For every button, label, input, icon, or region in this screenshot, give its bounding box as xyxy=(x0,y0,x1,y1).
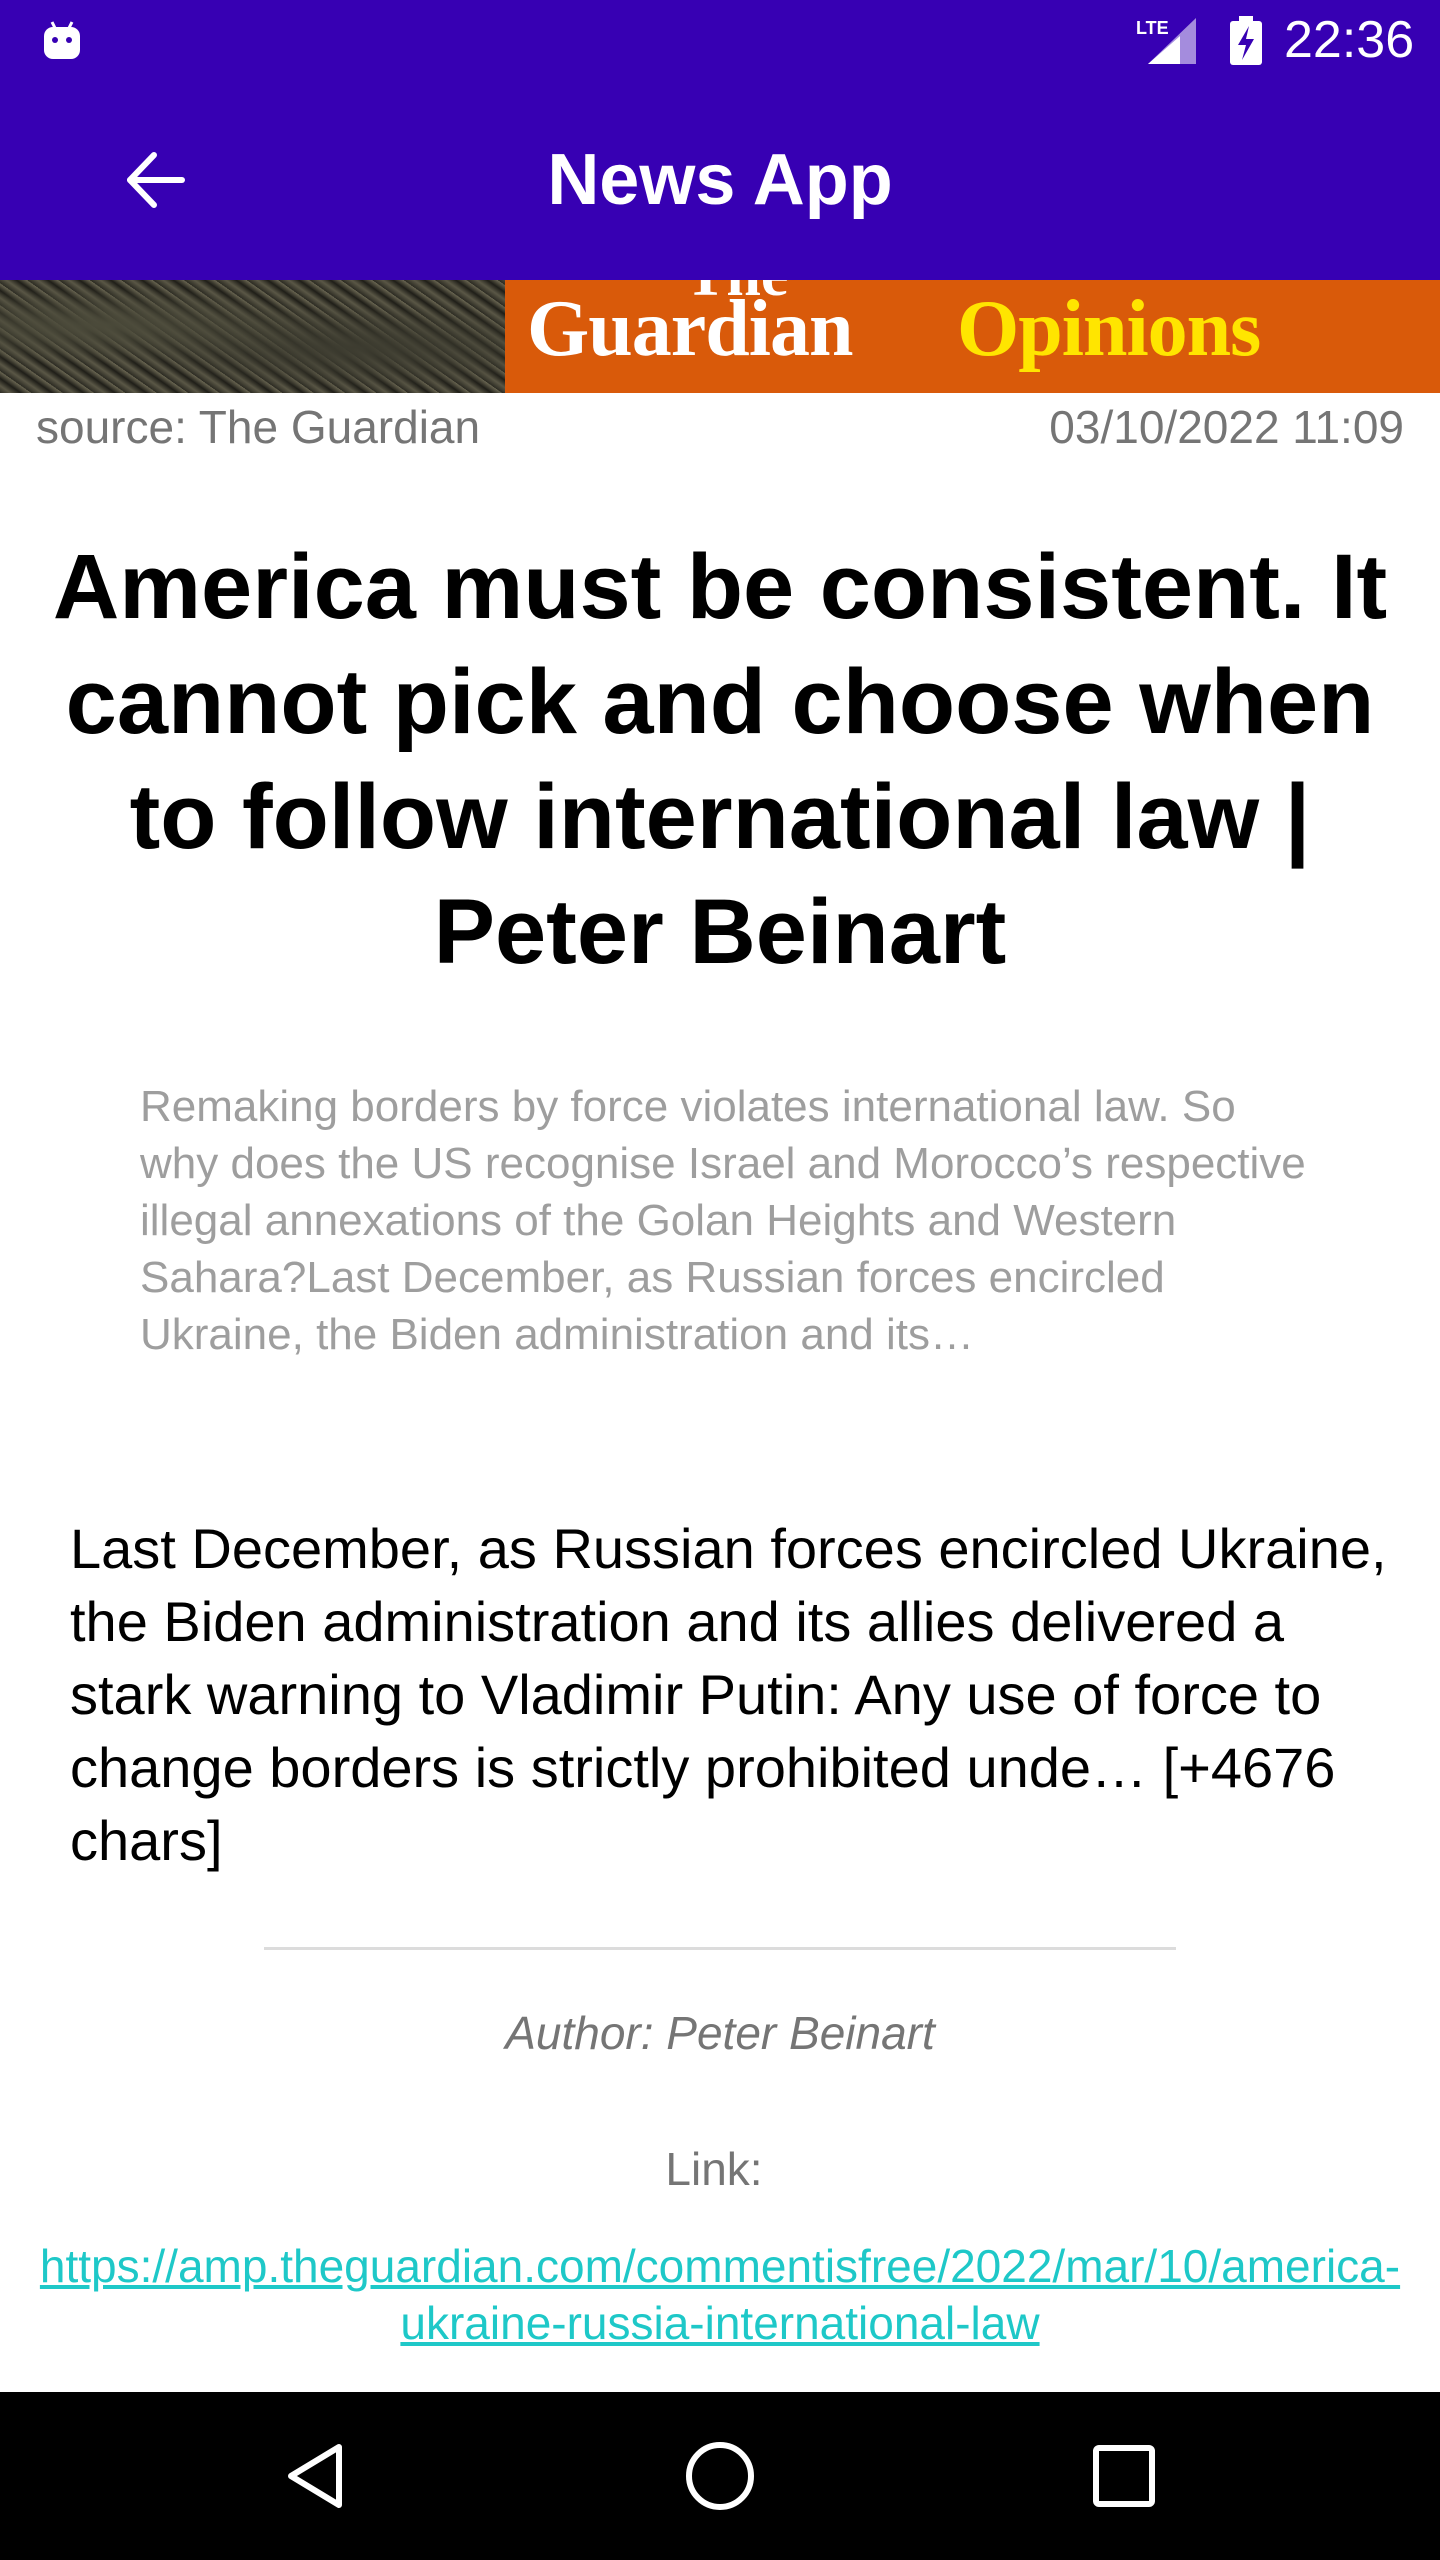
article-content: Last December, as Russian forces encircl… xyxy=(70,1517,1387,1872)
logo-opinions: Opinions xyxy=(957,285,1261,373)
arrow-back-icon xyxy=(127,152,185,208)
article-description: Remaking borders by force violates inter… xyxy=(140,1082,1306,1359)
guardian-opinions-logo: The Guardian Opinions xyxy=(505,280,1440,393)
nav-home-button[interactable] xyxy=(670,2426,770,2526)
article-source: source: The Guardian xyxy=(36,401,481,453)
back-button[interactable] xyxy=(90,128,220,232)
navigation-bar xyxy=(0,2392,1440,2560)
svg-text:LTE: LTE xyxy=(1136,18,1169,38)
app-bar: News App xyxy=(0,80,1440,280)
article-author: Author: Peter Beinart xyxy=(505,2007,935,2059)
nav-recents-icon xyxy=(1093,2445,1155,2507)
article-meta: source: The Guardian 03/10/2022 11:09 xyxy=(36,400,1404,466)
article-headline: America must be consistent. It cannot pi… xyxy=(52,536,1388,983)
signal-icon: LTE xyxy=(1134,14,1200,66)
battery-charging-icon xyxy=(1226,14,1266,66)
divider xyxy=(264,1947,1176,1950)
logo-guardian: Guardian xyxy=(527,285,853,373)
nav-back-button[interactable] xyxy=(266,2426,366,2526)
article-date: 03/10/2022 11:09 xyxy=(1049,401,1404,453)
article-link[interactable]: https://amp.theguardian.com/commentisfre… xyxy=(30,2238,1410,2352)
link-label: Link: xyxy=(665,2143,763,2195)
nav-back-icon xyxy=(288,2444,342,2508)
article-photo xyxy=(0,280,505,393)
nav-home-icon xyxy=(686,2442,754,2510)
nav-recents-button[interactable] xyxy=(1074,2426,1174,2526)
android-icon xyxy=(40,18,84,62)
article-image: The Guardian Opinions xyxy=(0,280,1440,393)
status-time: 22:36 xyxy=(1284,11,1415,69)
status-bar: LTE 22:36 xyxy=(0,0,1440,80)
